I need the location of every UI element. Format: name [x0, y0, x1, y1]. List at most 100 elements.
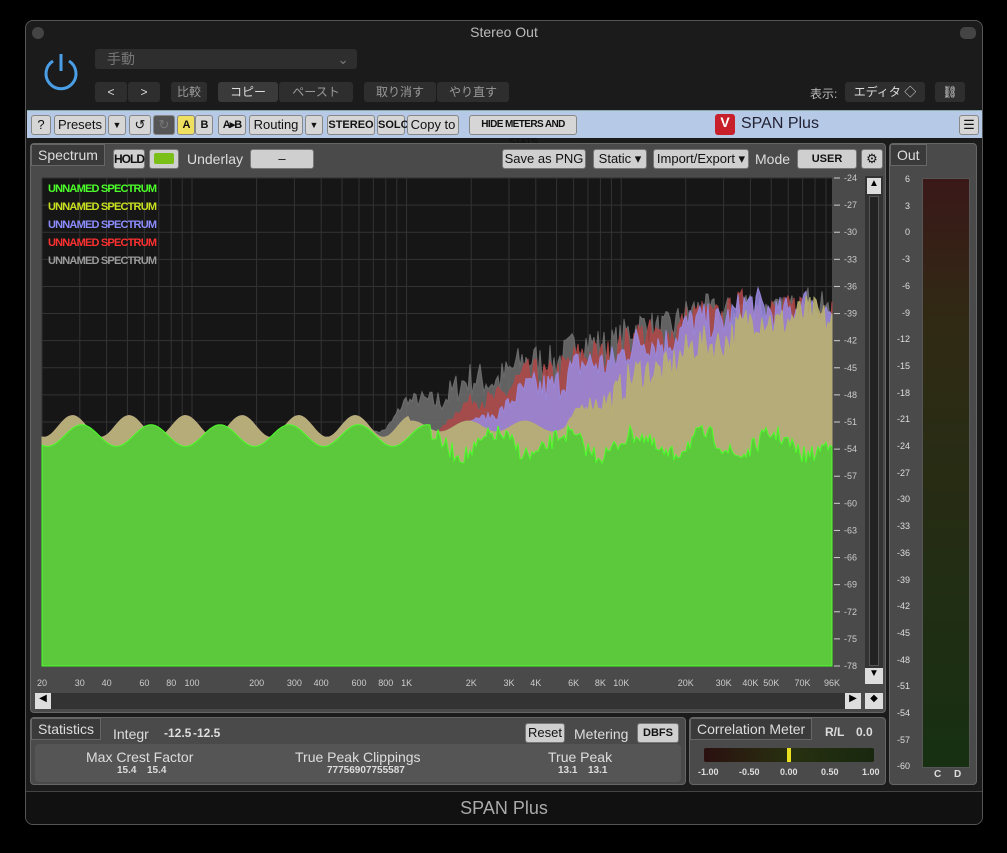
metering-dropdown[interactable]: DBFS	[637, 723, 679, 743]
freq-tick-label: 4K	[530, 678, 541, 688]
stereo-button[interactable]: STEREO	[327, 115, 375, 135]
correlation-bar	[704, 748, 874, 762]
db-tick-label: -75	[844, 634, 857, 644]
copy-to-button[interactable]: Copy to	[407, 115, 459, 135]
undo-icon[interactable]: ↺	[129, 115, 151, 135]
db-tick-label: -60	[844, 498, 857, 508]
mode-dropdown[interactable]: USER	[797, 149, 857, 169]
db-tick-label: -39	[844, 309, 857, 319]
link-icon[interactable]: ⛓	[935, 82, 965, 102]
power-icon[interactable]	[41, 51, 81, 91]
freq-tick-label: 1K	[401, 678, 412, 688]
freq-tick-label: 100	[184, 678, 199, 688]
redo-icon[interactable]: ↻	[153, 115, 175, 135]
freq-tick-label: 400	[314, 678, 329, 688]
legend-entry[interactable]: UNNAMED SPECTRUM	[48, 237, 157, 255]
settings-gear-icon[interactable]: ⚙	[861, 149, 883, 169]
out-tick: -60	[896, 761, 910, 772]
out-tick: -24	[896, 441, 910, 451]
crest-label: Max Crest Factor	[86, 749, 194, 765]
import-export-dropdown[interactable]: Import/Export ▾	[653, 149, 749, 169]
preset-dropdown[interactable]: 手動 ⌄	[95, 49, 357, 69]
channel-label: C	[934, 769, 942, 780]
legend-entry[interactable]: UNNAMED SPECTRUM	[48, 183, 157, 201]
out-tick: -3	[901, 254, 910, 265]
routing-menu-button[interactable]: ▼	[305, 115, 323, 135]
out-tab: Out	[890, 144, 927, 166]
view-dropdown[interactable]: エディタ ◇	[845, 82, 925, 102]
statistics-tab[interactable]: Statistics	[31, 718, 102, 740]
zoom-reset-icon[interactable]: ◆	[865, 693, 883, 709]
db-tick-label: -48	[844, 390, 857, 400]
static-dropdown[interactable]: Static ▾	[593, 149, 647, 169]
out-tick: -33	[896, 521, 910, 532]
freq-tick-label: 800	[378, 678, 393, 688]
db-tick-label: -69	[844, 580, 857, 590]
correlation-mode[interactable]: R/L	[825, 725, 844, 739]
freq-tick-label: 200	[249, 678, 264, 688]
out-tick: 0	[904, 227, 910, 238]
db-tick-label: -45	[844, 363, 857, 373]
underlay-dropdown[interactable]: –	[250, 149, 314, 169]
hold-button[interactable]: HOLD	[113, 149, 145, 169]
freq-tick-label: 600	[351, 678, 366, 688]
out-tick: -48	[896, 654, 910, 665]
redo-button[interactable]: やり直す	[437, 82, 509, 102]
menu-icon[interactable]: ☰	[959, 115, 979, 135]
hide-meters-button[interactable]: HIDE METERS AND STATS	[469, 115, 577, 148]
presets-menu-button[interactable]: ▼	[108, 115, 126, 135]
integr-label: Integr	[113, 726, 149, 742]
freq-tick-label: 96K	[824, 678, 840, 688]
correlation-value: 0.0	[856, 725, 873, 739]
legend-entry[interactable]: UNNAMED SPECTRUM	[48, 201, 157, 219]
crest-left-value: 15.4	[117, 765, 137, 776]
true-peak-left: 13.1	[558, 765, 578, 776]
out-tick: -57	[896, 734, 910, 745]
db-tick-label: -30	[844, 227, 857, 237]
freq-tick-label: 60	[139, 678, 149, 688]
save-png-button[interactable]: Save as PNG	[502, 149, 586, 169]
help-button[interactable]: ?	[31, 115, 51, 135]
mode-label: Mode	[755, 151, 791, 167]
out-tick: -15	[896, 360, 910, 371]
reset-button[interactable]: Reset	[525, 723, 565, 743]
correlation-indicator	[787, 748, 791, 762]
freq-tick-label: 70K	[795, 678, 811, 688]
freq-tick-label: 20	[37, 678, 47, 688]
solo-button[interactable]: SOLO	[377, 115, 409, 135]
spectrum-legend: UNNAMED SPECTRUM UNNAMED SPECTRUM UNNAMED …	[48, 183, 157, 273]
routing-button[interactable]: Routing	[249, 115, 303, 135]
correlation-tab: Correlation Meter	[690, 718, 813, 740]
db-tick-label: -57	[844, 471, 857, 481]
legend-entry[interactable]: UNNAMED SPECTRUM	[48, 255, 157, 273]
db-tick-label: -33	[844, 254, 857, 264]
brand-logo: V	[715, 114, 735, 135]
paste-button[interactable]: ペースト	[279, 82, 353, 102]
compare-button[interactable]: 比較	[171, 82, 207, 102]
integr-right-value: -12.5	[193, 726, 221, 740]
hold-color-button[interactable]	[149, 149, 179, 169]
copy-a-to-b-button[interactable]: A▸B	[218, 115, 246, 135]
db-tick-label: -24	[844, 173, 857, 183]
freq-tick-label: 2K	[466, 678, 477, 688]
prev-button[interactable]: <	[95, 82, 127, 102]
horizontal-scrollbar[interactable]: ◀ ▶	[35, 693, 861, 709]
next-button[interactable]: >	[128, 82, 160, 102]
true-peak-right: 13.1	[588, 765, 608, 776]
out-tick: -21	[896, 414, 910, 425]
copy-button[interactable]: コピー	[218, 82, 278, 102]
correlation-tick: -1.00	[698, 767, 719, 777]
statistics-panel: Statistics Integr -12.5 -12.5 Reset Mete…	[30, 717, 686, 785]
preset-a-button[interactable]: A	[177, 115, 195, 135]
db-tick-label: -78	[844, 661, 857, 671]
freq-tick-label: 6K	[568, 678, 579, 688]
preset-b-button[interactable]: B	[195, 115, 213, 135]
presets-button[interactable]: Presets	[54, 115, 106, 135]
db-tick-label: -36	[844, 281, 857, 291]
underlay-label: Underlay	[187, 151, 244, 167]
freq-tick-label: 300	[287, 678, 302, 688]
undo-button[interactable]: 取り消す	[364, 82, 436, 102]
db-tick-label: -51	[844, 417, 857, 427]
spectrum-tab[interactable]: Spectrum	[31, 144, 105, 166]
legend-entry[interactable]: UNNAMED SPECTRUM	[48, 219, 157, 237]
